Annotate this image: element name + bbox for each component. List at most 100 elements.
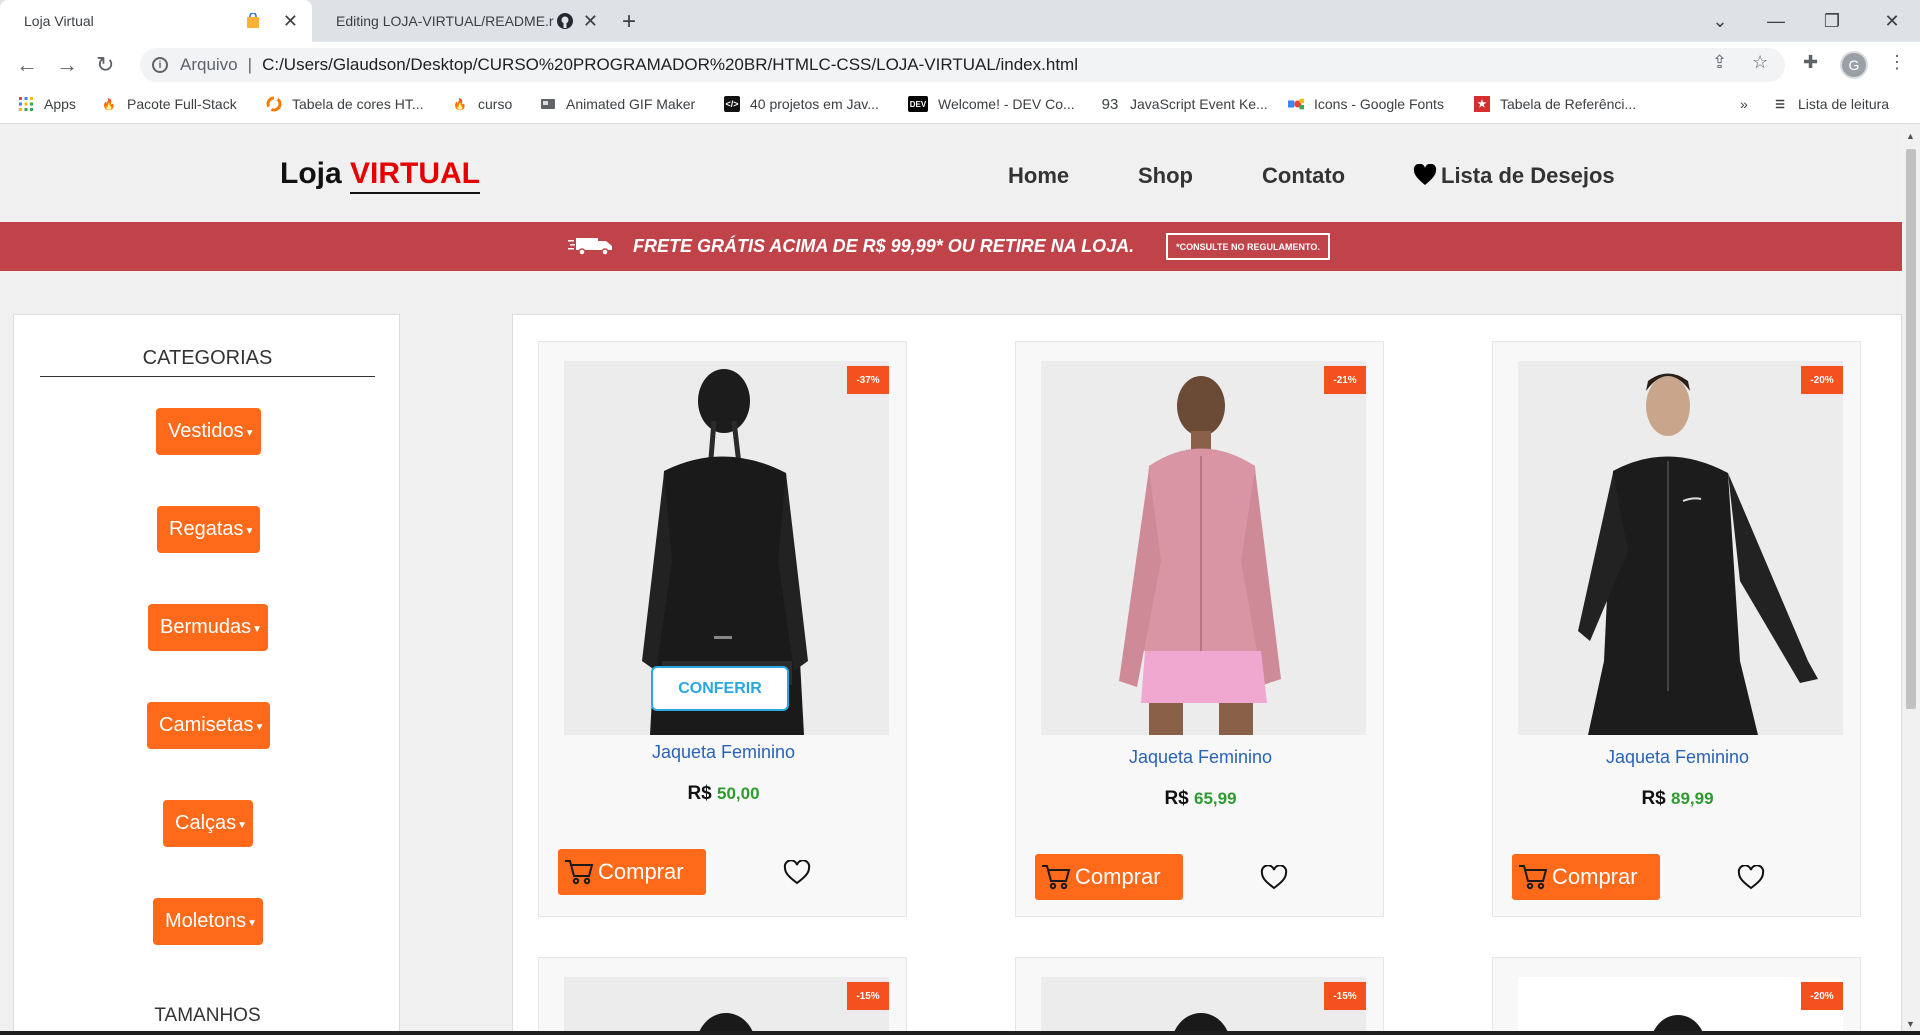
page-scrollbar[interactable]: ▲ ▼ [1902, 125, 1920, 1035]
back-arrow-icon[interactable]: ← [16, 52, 38, 78]
caret-down-icon: ▼ [237, 820, 248, 831]
product-name[interactable]: Jaqueta Feminino [539, 742, 908, 763]
heart-outline-icon[interactable] [783, 860, 811, 886]
reload-icon[interactable]: ↻ [96, 52, 114, 78]
shipping-banner: FRETE GRÁTIS ACIMA DE R$ 99,99* OU RETIR… [0, 222, 1902, 271]
products-panel: -37% CONFERIR Jaqueta Feminino R$ 50,00 … [512, 314, 1902, 1035]
discount-badge: -15% [1324, 982, 1366, 1010]
bookmark-label: Animated GIF Maker [566, 96, 696, 112]
bookmarks-overflow-button[interactable]: » [1740, 96, 1748, 112]
number-93-icon: 93 [1101, 95, 1119, 113]
site-logo[interactable]: Loja VIRTUAL [280, 157, 481, 194]
bookmark-js-event-keycodes[interactable]: 93 JavaScript Event Ke... [1100, 95, 1268, 113]
bookmark-star-icon[interactable]: ☆ [1752, 52, 1768, 73]
scroll-up-arrow-icon[interactable]: ▲ [1906, 131, 1915, 141]
bookmark-40-projetos[interactable]: </> 40 projetos em Jav... [724, 96, 879, 112]
bookmark-label: JavaScript Event Ke... [1130, 96, 1268, 112]
product-image[interactable]: -37% CONFERIR [564, 361, 889, 735]
category-calcas[interactable]: Calças ▼ [163, 800, 254, 847]
price-value: 89,99 [1671, 789, 1714, 808]
discount-badge: -15% [847, 982, 889, 1010]
discount-badge: -21% [1324, 366, 1366, 394]
category-regatas[interactable]: Regatas ▼ [157, 506, 261, 553]
buy-label: Comprar [1075, 864, 1161, 889]
bookmark-apps[interactable]: Apps [18, 96, 76, 112]
bookmark-dev-community[interactable]: DEV Welcome! - DEV Co... [908, 96, 1075, 112]
nav-shop[interactable]: Shop [1138, 163, 1193, 189]
heart-outline-icon[interactable] [1737, 865, 1765, 891]
nav-wishlist[interactable]: Lista de Desejos [1413, 163, 1615, 189]
category-vestidos[interactable]: Vestidos ▼ [156, 408, 261, 455]
reading-list-button[interactable]: ☰ Lista de leitura [1772, 96, 1889, 112]
tab-search-chevron-icon[interactable]: ⌄ [1692, 0, 1748, 42]
price-currency: R$ [1164, 788, 1189, 809]
bookmark-tabela-cores[interactable]: Tabela de cores HT... [266, 96, 424, 112]
bookmark-tabela-referencia[interactable]: ★ Tabela de Referênci... [1474, 96, 1636, 112]
category-bermudas[interactable]: Bermudas ▼ [148, 604, 269, 651]
heart-outline-icon[interactable] [1260, 865, 1288, 891]
close-window-icon[interactable]: ✕ [1864, 0, 1920, 42]
minimize-icon[interactable]: — [1748, 0, 1804, 42]
category-camisetas[interactable]: Camisetas ▼ [147, 702, 271, 749]
product-image[interactable]: -15% [564, 977, 889, 1035]
shopping-bag-favicon-icon [244, 12, 262, 30]
nav-contato[interactable]: Contato [1262, 163, 1345, 189]
code-icon: </> [724, 96, 740, 112]
banner-regulation-button[interactable]: *CONSULTE NO REGULAMENTO. [1166, 233, 1330, 260]
google-icons-icon [1288, 96, 1304, 112]
logo-prefix: Loja [280, 157, 342, 190]
product-name[interactable]: Jaqueta Feminino [1493, 747, 1862, 768]
product-head-image [1041, 977, 1366, 1035]
tab-loja-virtual[interactable]: Loja Virtual ✕ [0, 0, 312, 42]
price-value: 65,99 [1194, 789, 1237, 808]
address-bar[interactable]: i Arquivo | C:/Users/Glaudson/Desktop/CU… [140, 48, 1785, 82]
product-image[interactable]: -20% [1518, 977, 1843, 1035]
new-tab-button[interactable]: + [622, 8, 636, 36]
product-image[interactable]: -21% [1041, 361, 1366, 735]
bookmark-label: Tabela de cores HT... [292, 96, 424, 112]
tab-title: Editing LOJA-VIRTUAL/README.r [336, 13, 554, 29]
bookmarks-bar: Apps 🔥 Pacote Full-Stack Tabela de cores… [0, 88, 1920, 124]
product-name[interactable]: Jaqueta Feminino [1016, 747, 1385, 768]
buy-button[interactable]: Comprar [558, 849, 706, 895]
buy-button[interactable]: Comprar [1512, 854, 1660, 900]
sidebar-title: CATEGORIAS [40, 347, 375, 377]
product-image[interactable]: -20% [1518, 361, 1843, 735]
forward-arrow-icon[interactable]: → [56, 52, 78, 78]
bookmark-google-fonts-icons[interactable]: Icons - Google Fonts [1288, 96, 1444, 112]
categories-sidebar: CATEGORIAS Vestidos ▼ Regatas ▼ Bermudas ▼ … [13, 314, 400, 1035]
info-icon[interactable]: i [152, 57, 168, 73]
close-tab-icon[interactable]: ✕ [283, 11, 298, 32]
share-icon[interactable]: ⇪ [1712, 52, 1727, 73]
extensions-puzzle-icon[interactable]: ✚ [1803, 52, 1818, 73]
conferir-button[interactable]: CONFERIR [651, 666, 789, 711]
scrollbar-thumb[interactable] [1906, 149, 1916, 709]
wishlist-label: Lista de Desejos [1441, 163, 1615, 188]
jacket-black-front-image [1518, 361, 1843, 735]
bookmark-label: curso [478, 96, 513, 112]
address-separator: | [247, 55, 253, 74]
product-image[interactable]: -15% [1041, 977, 1366, 1035]
nav-home[interactable]: Home [1008, 163, 1069, 189]
caret-down-icon: ▼ [247, 918, 258, 929]
discount-badge: -20% [1801, 982, 1843, 1010]
restore-icon[interactable]: ❐ [1804, 0, 1860, 42]
bookmark-label: Icons - Google Fonts [1314, 96, 1444, 112]
buy-button[interactable]: Comprar [1035, 854, 1183, 900]
profile-avatar[interactable]: G [1840, 51, 1868, 79]
bookmark-pacote-full-stack[interactable]: 🔥 Pacote Full-Stack [101, 96, 237, 112]
bookmark-curso[interactable]: 🔥 curso [452, 96, 512, 112]
more-menu-icon[interactable]: ⋮ [1888, 52, 1906, 73]
close-tab-icon[interactable]: ✕ [583, 11, 598, 32]
category-label: Regatas [169, 518, 244, 540]
category-moletons[interactable]: Moletons ▼ [153, 898, 264, 945]
tab-github-readme[interactable]: Editing LOJA-VIRTUAL/README.r ✕ [312, 0, 612, 42]
os-taskbar-edge [0, 1031, 1920, 1035]
bookmark-gif-maker[interactable]: Animated GIF Maker [540, 96, 695, 112]
bookmark-label: Tabela de Referênci... [1500, 96, 1637, 112]
product-card: -37% CONFERIR Jaqueta Feminino R$ 50,00 … [538, 341, 907, 917]
address-url: C:/Users/Glaudson/Desktop/CURSO%20PROGRA… [262, 55, 1078, 74]
tab-strip: Loja Virtual ✕ Editing LOJA-VIRTUAL/READ… [0, 0, 1920, 42]
category-label: Moletons [165, 910, 247, 932]
scroll-down-arrow-icon[interactable]: ▼ [1906, 1019, 1915, 1029]
